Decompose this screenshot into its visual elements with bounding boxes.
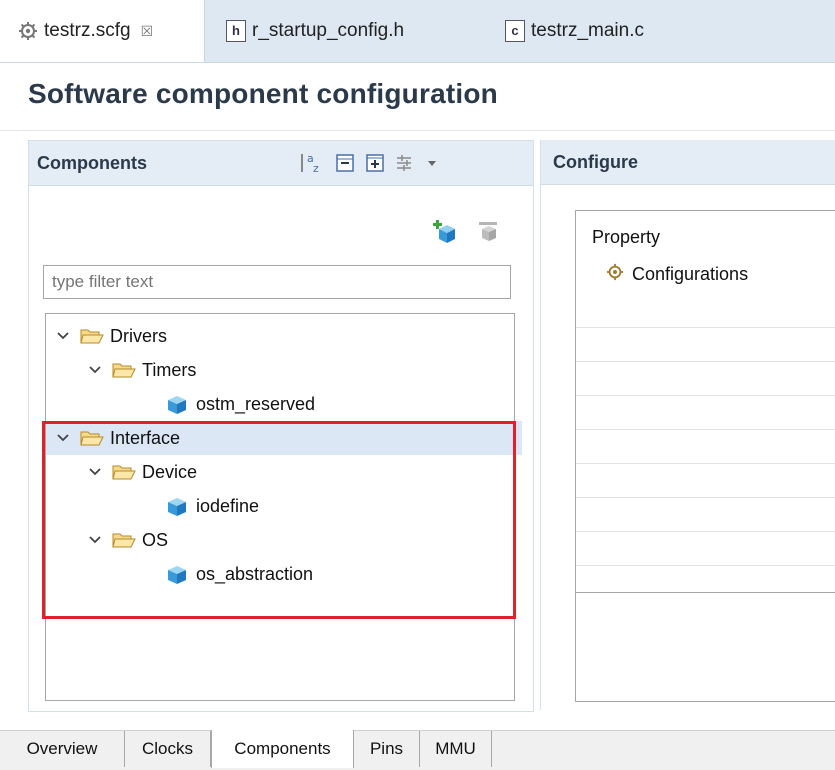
property-label: Configurations: [632, 264, 749, 284]
tree-item-label: Drivers: [110, 325, 167, 346]
tab-testrz-scfg[interactable]: testrz.scfg ☒: [0, 0, 205, 62]
tab-mmu[interactable]: MMU: [420, 731, 492, 767]
remove-component-icon[interactable]: [475, 219, 501, 250]
grid-line: [576, 395, 835, 396]
page-tab-bar: Overview Clocks Components Pins MMU: [0, 730, 835, 770]
grid-line: [576, 463, 835, 464]
tab-label: MMU: [435, 739, 476, 758]
tab-r-startup-config-h[interactable]: h r_startup_config.h: [226, 0, 404, 62]
component-cube-icon: [166, 393, 188, 415]
tab-label: Clocks: [141, 739, 193, 758]
tree-item-label: Device: [142, 461, 198, 482]
configure-panel: Configure Property Configurations: [540, 140, 835, 710]
tab-testrz-main-c[interactable]: c testrz_main.c: [505, 0, 644, 62]
gear-icon: [606, 263, 624, 286]
h-file-icon: h: [226, 20, 246, 42]
chevron-down-icon[interactable]: [86, 467, 104, 477]
property-row-configurations[interactable]: Configurations: [606, 263, 748, 286]
open-folder-icon: [80, 429, 104, 447]
grid-line: [576, 531, 835, 532]
chevron-down-icon[interactable]: [54, 331, 72, 341]
grid-line: [576, 327, 835, 328]
expand-all-icon[interactable]: [365, 153, 385, 173]
tab-label: r_startup_config.h: [252, 20, 405, 41]
filter-input[interactable]: [43, 265, 511, 299]
tab-components[interactable]: Components: [211, 730, 354, 768]
tab-pins[interactable]: Pins: [354, 731, 420, 767]
chevron-down-icon[interactable]: [86, 535, 104, 545]
tab-overview[interactable]: Overview: [0, 731, 125, 767]
add-component-icon[interactable]: [431, 219, 457, 250]
components-header: Components a z: [29, 141, 533, 186]
configure-title: Configure: [553, 152, 638, 172]
open-folder-icon: [80, 327, 104, 345]
tree-item-label: Timers: [142, 359, 197, 380]
tree-item-drivers[interactable]: Drivers: [46, 319, 522, 353]
chevron-down-icon[interactable]: [86, 365, 104, 375]
tree-item-label: ostm_reserved: [196, 393, 316, 414]
open-folder-icon: [112, 531, 136, 549]
open-folder-icon: [112, 463, 136, 481]
component-cube-icon: [166, 563, 188, 585]
grid-line: [576, 565, 835, 566]
divider: [0, 130, 835, 131]
tab-clocks[interactable]: Clocks: [125, 731, 211, 767]
tab-label: testrz_main.c: [531, 20, 644, 41]
tab-label: Pins: [369, 739, 404, 758]
dropdown-icon[interactable]: [427, 159, 437, 167]
components-toolbar: a z: [299, 151, 437, 175]
chevron-down-icon[interactable]: [54, 433, 72, 443]
components-panel: Components a z type filter text Drivers …: [28, 140, 534, 712]
components-title: Components: [37, 153, 147, 173]
property-column-header: Property: [592, 227, 661, 247]
tree-item-label: Interface: [110, 427, 181, 448]
tab-label: testrz.scfg: [44, 20, 131, 41]
tree-item-os[interactable]: OS: [46, 523, 554, 557]
close-icon[interactable]: ☒: [141, 23, 154, 40]
component-tree: Drivers Timers ostm_reserved Interface D…: [45, 313, 522, 701]
tree-item-interface[interactable]: Interface: [46, 421, 522, 455]
c-file-icon: c: [505, 20, 525, 42]
tree-item-device[interactable]: Device: [46, 455, 554, 489]
tree-item-label: OS: [142, 529, 169, 550]
sort-az-icon[interactable]: a z: [299, 151, 325, 175]
collapse-all-icon[interactable]: [335, 153, 355, 173]
grid-line: [576, 361, 835, 362]
tab-label: Components: [234, 739, 331, 758]
component-cube-icon: [166, 495, 188, 517]
configure-header: Configure: [541, 140, 835, 185]
page-title: Software component configuration: [28, 78, 498, 109]
property-table: Property Configurations: [575, 210, 835, 655]
tree-item-label: os_abstraction: [196, 563, 314, 584]
gear-file-icon: [18, 21, 38, 41]
svg-text:z: z: [313, 162, 319, 175]
grid-line: [576, 429, 835, 430]
editor-tab-bar: testrz.scfg ☒ h r_startup_config.h c tes…: [0, 0, 835, 63]
tree-item-timers[interactable]: Timers: [46, 353, 554, 387]
filter-icon[interactable]: [395, 153, 417, 173]
property-detail-area: [575, 592, 835, 702]
open-folder-icon: [112, 361, 136, 379]
tree-item-label: iodefine: [196, 495, 260, 516]
grid-line: [576, 497, 835, 498]
tab-label: Overview: [26, 739, 98, 758]
